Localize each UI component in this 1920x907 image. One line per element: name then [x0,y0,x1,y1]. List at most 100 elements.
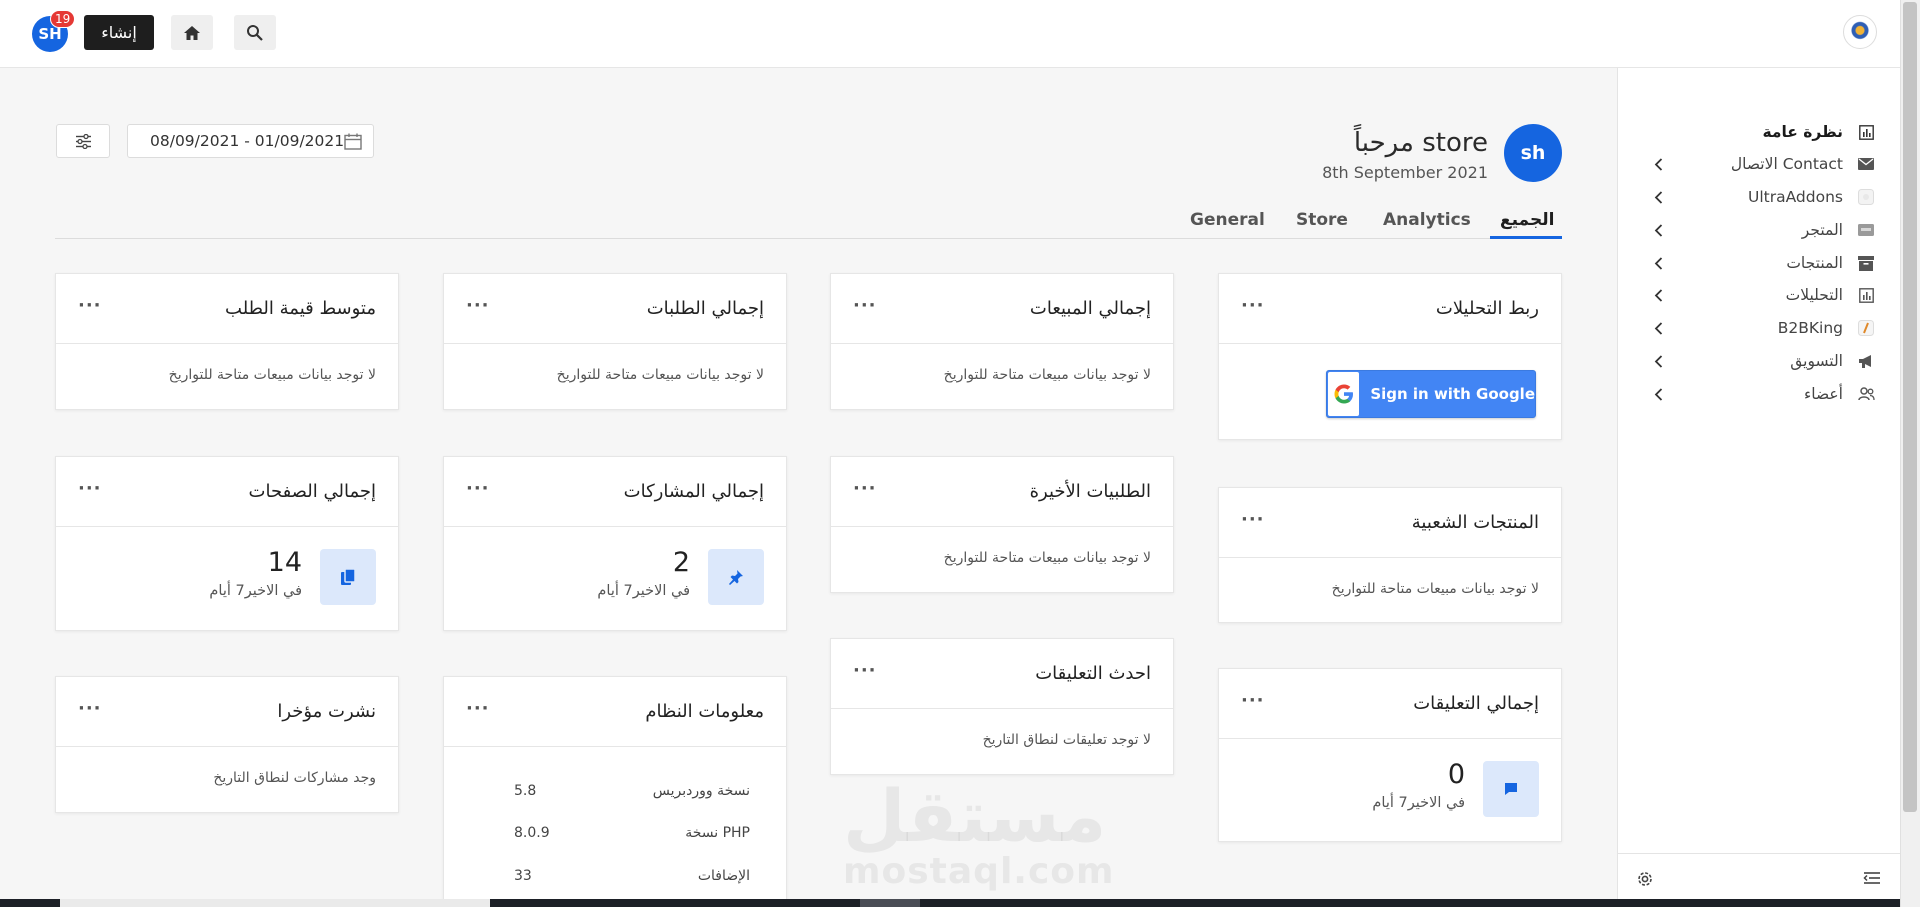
chevron-left-icon[interactable] [1650,189,1666,205]
scrollbar-thumb[interactable] [1903,2,1917,812]
more-options-icon[interactable]: ··· [466,478,490,499]
chevron-left-icon[interactable] [1650,222,1666,238]
more-options-icon[interactable]: ··· [78,478,102,499]
current-date: 8th September 2021 [1322,163,1488,182]
sidebar-item-store[interactable]: المتجر [1618,216,1901,244]
card-title: إجمالي المبيعات [1029,298,1151,319]
chart-icon [1857,123,1875,141]
tabs-divider [55,238,1562,239]
sidebar-item-analytics[interactable]: التحليلات [1618,281,1901,309]
empty-message: لا توجد بيانات مبيعات متاحة للتواريخ [943,550,1151,566]
more-options-icon[interactable]: ··· [466,698,490,719]
chevron-left-icon[interactable] [1650,156,1666,172]
search-icon [247,24,263,41]
filter-settings-button[interactable] [56,124,110,158]
more-options-icon[interactable]: ··· [853,295,877,316]
card-average-order-value: متوسط قيمة الطلب ··· لا توجد بيانات مبيع… [55,273,399,410]
stat-period: في الاخير7 أيام [1372,795,1465,811]
store-icon [1857,221,1875,239]
more-options-icon[interactable]: ··· [1241,295,1265,316]
users-icon [1857,385,1875,403]
more-options-icon[interactable]: ··· [853,478,877,499]
date-range-picker[interactable]: 08/09/2021 - 01/09/2021 [127,124,374,158]
home-icon [184,25,200,40]
sidebar-item-ultraaddons[interactable]: UltraAddons [1618,183,1901,211]
tab-all[interactable]: الجميع [1500,210,1554,230]
sidebar-item-label: التحليلات [1785,286,1843,304]
card-recent-orders: الطلبيات الأخيرة ··· لا توجد بيانات مبيع… [830,456,1174,593]
watermark-arabic: مستقل [843,774,1107,858]
card-title: نشرت مؤخرا [277,701,376,722]
more-options-icon[interactable]: ··· [78,698,102,719]
more-options-icon[interactable]: ··· [78,295,102,316]
top-bar: SH 19 إنشاء [0,0,1900,68]
date-range-value: 08/09/2021 - 01/09/2021 [150,132,345,150]
collapse-menu-icon[interactable] [1863,870,1881,889]
empty-message: لا توجد بيانات مبيعات متاحة للتواريخ [1331,581,1539,597]
chevron-left-icon[interactable] [1650,320,1666,336]
card-total-sales: إجمالي المبيعات ··· لا توجد بيانات مبيعا… [830,273,1174,410]
tab-store[interactable]: Store [1296,210,1348,230]
sidebar-item-products[interactable]: المنتجات [1618,249,1901,277]
stat-value: 0 [1447,759,1465,790]
card-total-posts: إجمالي المشاركات ··· 2 في الاخير7 أيام [443,456,787,631]
system-info-key: الإضافات [697,868,750,884]
sidebar-item-overview[interactable]: نظرة عامة [1618,118,1901,146]
gear-icon[interactable] [1636,870,1654,892]
sidebar-item-label: Contact الاتصال [1730,155,1843,173]
create-button[interactable]: إنشاء [84,15,154,50]
sidebar-item-marketing[interactable]: التسويق [1618,347,1901,375]
chevron-left-icon[interactable] [1650,287,1666,303]
sidebar-item-label: التسويق [1790,352,1843,370]
search-button[interactable] [234,15,276,50]
card-total-pages: إجمالي الصفحات ··· 14 في الاخير7 أيام [55,456,399,631]
sidebar-item-members[interactable]: أعضاء [1618,380,1901,408]
watermark: مستقل mostaql.com [843,774,1115,892]
system-info-key: PHP نسخة [685,825,750,841]
pages-icon [341,568,356,585]
sidebar-item-contact[interactable]: Contact الاتصال [1618,150,1901,178]
card-title: إجمالي المشاركات [623,481,764,502]
card-link-analytics: ربط التحليلات ··· Sign in with Google [1218,273,1562,440]
sidebar-item-label: المتجر [1801,221,1843,239]
chevron-left-icon[interactable] [1650,353,1666,369]
site-logo[interactable] [1843,15,1877,49]
chevron-left-icon[interactable] [1650,255,1666,271]
active-tab-indicator [1490,236,1562,239]
card-title: معلومات النظام [645,701,764,722]
card-title: ربط التحليلات [1435,298,1539,319]
sidebar-item-label: UltraAddons [1748,188,1843,206]
stat-icon-box [708,549,764,605]
notification-badge[interactable]: 19 [50,10,76,28]
more-options-icon[interactable]: ··· [853,660,877,681]
welcome-title: مرحباً store [1353,128,1488,158]
tab-analytics[interactable]: Analytics [1383,210,1471,230]
tab-general[interactable]: General [1190,210,1265,230]
chevron-left-icon[interactable] [1650,386,1666,402]
card-title: إجمالي الصفحات [248,481,376,502]
stat-value: 14 [267,547,302,578]
card-title: المنتجات الشعبية [1411,512,1539,533]
card-title: احدث التعليقات [1035,663,1151,684]
sidebar-item-b2bking[interactable]: B2BKing [1618,314,1901,342]
archive-icon [1857,254,1875,272]
card-title: إجمالي التعليقات [1413,693,1539,714]
sliders-icon [75,133,91,149]
card-recently-published: نشرت مؤخرا ··· وجد مشاركات لنطاق التاريخ [55,676,399,813]
card-title: الطلبيات الأخيرة [1029,481,1151,502]
comment-icon [1505,783,1517,795]
addons-icon [1857,188,1875,206]
system-info-row: نسخة ووردبريس 5.8 [444,783,786,803]
system-info-row: PHP نسخة 8.0.9 [444,825,786,845]
google-sign-in-button[interactable]: Sign in with Google [1326,370,1536,418]
home-button[interactable] [171,15,213,50]
more-options-icon[interactable]: ··· [466,295,490,316]
system-info-value: 33 [514,868,532,884]
bottom-strip [0,899,1900,907]
more-options-icon[interactable]: ··· [1241,509,1265,530]
card-latest-comments: احدث التعليقات ··· لا توجد تعليقات لنطاق… [830,638,1174,775]
system-info-key: نسخة ووردبريس [652,783,750,799]
watermark-latin: mostaql.com [843,851,1115,892]
sidebar-item-label: B2BKing [1777,319,1843,337]
more-options-icon[interactable]: ··· [1241,690,1265,711]
